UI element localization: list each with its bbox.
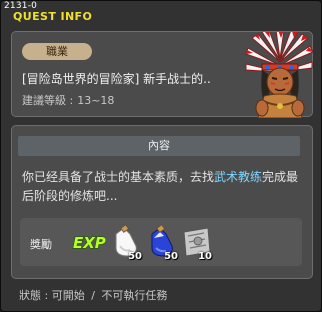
reward-label: 獎勵 [30,238,52,251]
job-badge: 職業 [22,43,92,60]
level-label: 建議等級 : [22,94,74,107]
quest-status: 狀態 : 可開始 / 不可執行任務 [19,287,167,303]
quest-description: 你已经具备了战士的基本素质，去找武术教练完成最后阶段的修炼吧... [22,168,304,206]
level-range: 13~18 [77,94,115,107]
status-note: 不可執行任務 [101,289,168,302]
reward-box: 獎勵 EXP 50 50 10 [20,218,302,266]
npc-name-link[interactable]: 武术教练 [214,170,262,184]
title-bar[interactable]: 2131-0 QUEST INFO [1,1,321,27]
white-potion-qty: 50 [128,251,142,262]
blue-potion-icon[interactable]: 50 [146,224,178,262]
quest-content-panel: 內容 你已经具备了战士的基本素质，去找武术教练完成最后阶段的修炼吧... 獎勵 … [11,125,313,279]
exp-icon[interactable]: EXP [72,224,106,260]
status-separator: / [91,289,95,302]
scroll-map-icon[interactable]: 10 [180,224,212,262]
quest-header-panel: 職業 [冒险岛世界的冒险家] 新手战士的.. 建議等級 :13~18 [11,31,314,118]
recommended-level: 建議等級 :13~18 [22,92,114,108]
white-potion-icon[interactable]: 50 [110,224,142,262]
status-state: 可開始 [51,289,85,302]
quest-info-window: 2131-0 QUEST INFO 職業 [冒险岛世界的冒险家] 新手战士的..… [0,0,322,312]
native-chief-npc-icon [245,32,314,118]
content-header: 內容 [18,136,300,156]
svg-text:EXP: EXP [73,234,106,252]
desc-text-before: 你已经具备了战士的基本素质，去找 [22,170,215,184]
quest-name: [冒险岛世界的冒险家] 新手战士的.. [22,72,211,86]
blue-potion-qty: 50 [164,251,178,262]
status-label: 狀態 : [19,289,49,302]
window-title: QUEST INFO [13,10,93,23]
scroll-qty: 10 [198,251,212,262]
